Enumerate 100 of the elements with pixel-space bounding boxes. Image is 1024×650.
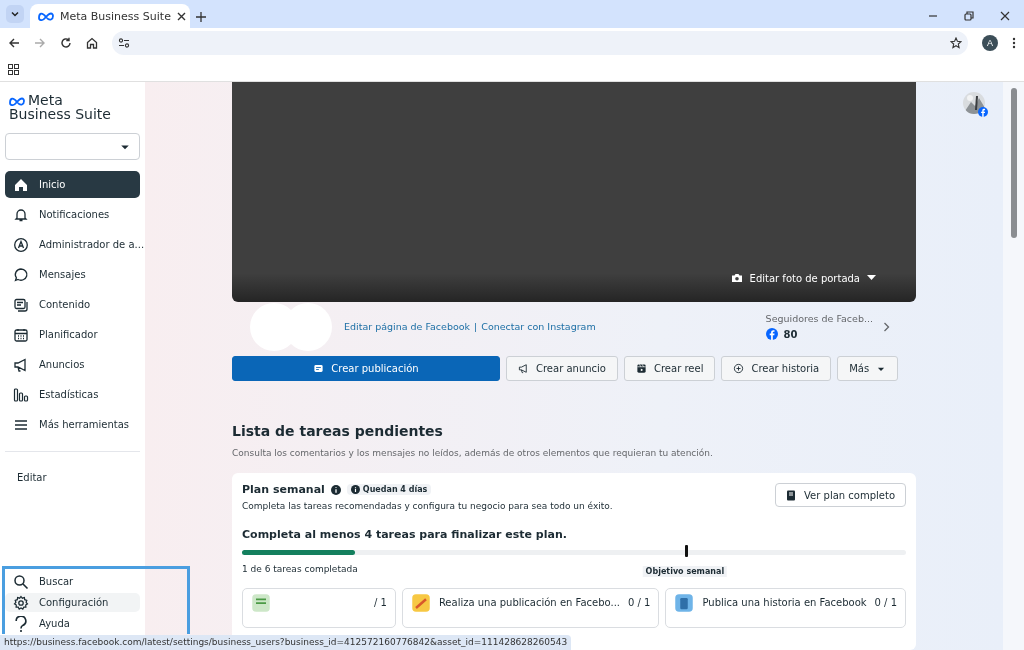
sidebar-item[interactable]: Planificador	[5, 321, 140, 348]
sidebar-item[interactable]: Configuración	[5, 593, 140, 612]
goal-label: Objetivo semanal	[642, 566, 728, 578]
facebook-icon	[765, 328, 778, 341]
pencil-icon	[410, 593, 431, 614]
logo-text: Meta	[28, 94, 63, 107]
task-card[interactable]: Publica una historia en Facebook 0 / 1	[665, 588, 906, 629]
tab-search-button[interactable]	[6, 5, 24, 23]
more-button[interactable]: Más	[837, 356, 899, 382]
task-card[interactable]: Realiza una publicación en Facebo... 0 / 1	[401, 588, 660, 629]
sidebar-item[interactable]: Anuncios	[5, 351, 140, 378]
apps-button[interactable]	[8, 64, 19, 75]
post-icon	[313, 363, 325, 375]
browser-tab[interactable]: Meta Business Suite	[30, 4, 190, 28]
document-icon	[251, 593, 271, 614]
restore-icon	[964, 11, 974, 21]
sidebar-item[interactable]: Notificaciones	[5, 201, 140, 228]
sidebar-item[interactable]: Buscar	[5, 572, 140, 591]
action-button[interactable]: Crear anuncio	[506, 356, 618, 382]
scrollbar-thumb[interactable]	[1010, 88, 1017, 238]
task-count: 0 / 1	[628, 596, 651, 609]
section-subtitle: Consulta los comentarios y los mensajes no leídos, además de otros elementos que requieran tu atención.	[232, 448, 714, 459]
sidebar-item[interactable]: Inicio	[5, 171, 140, 198]
sidebar-item[interactable]: Estadísticas	[5, 381, 140, 408]
restore-button[interactable]	[964, 11, 974, 21]
followers-label: Seguidores de Faceb...	[765, 313, 873, 325]
new-tab-button[interactable]	[196, 12, 206, 22]
bell-icon	[13, 206, 29, 223]
close-icon	[176, 11, 186, 21]
bar-chart-icon	[13, 386, 29, 403]
site-info-icon[interactable]	[118, 37, 130, 49]
facebook-badge-icon	[978, 107, 988, 117]
meta-logo-icon	[9, 95, 25, 106]
chevron-down-icon	[11, 10, 19, 18]
settings-icon	[13, 594, 29, 611]
action-button[interactable]: Crear historia	[721, 356, 832, 382]
book-icon	[674, 593, 695, 614]
chat-bubble-icon	[13, 266, 29, 283]
back-button[interactable]	[8, 37, 20, 49]
sidebar-item[interactable]: Ayuda	[5, 614, 140, 633]
logo-text: Business Suite	[9, 107, 112, 121]
chevron-right-icon[interactable]	[883, 321, 890, 332]
home-icon	[86, 37, 98, 49]
followers-count: 80	[783, 328, 798, 340]
home-icon	[13, 176, 29, 193]
compass-icon	[13, 236, 29, 253]
close-icon	[1000, 11, 1010, 21]
browser-menu-button[interactable]	[1012, 37, 1016, 49]
badge-text: Quedan 4 días	[362, 485, 428, 495]
megaphone-icon	[518, 363, 529, 375]
goal-marker	[684, 545, 688, 558]
clapperboard-icon	[636, 363, 647, 375]
scrollbar[interactable]	[1003, 82, 1024, 650]
instagram-link[interactable]: Conectar con Instagram	[481, 321, 596, 333]
plan-description: Completa las tareas recomendadas y configura tu negocio para sea todo un éxito.	[242, 501, 613, 512]
task-count: / 1	[373, 596, 387, 609]
calendar-icon	[13, 326, 29, 343]
sidebar-item[interactable]: Contenido	[5, 291, 140, 318]
view-plan-button[interactable]: Ver plan completo	[775, 483, 906, 508]
reload-button[interactable]	[60, 37, 72, 49]
task-card[interactable]: / 1	[242, 588, 396, 629]
edit-page-link[interactable]: Editar página de Facebook	[344, 321, 471, 333]
sidebar-item[interactable]: Mensajes	[5, 261, 140, 288]
forward-arrow-icon	[34, 37, 46, 49]
plus-circle-icon	[733, 363, 745, 375]
action-button[interactable]: Crear publicación	[232, 356, 500, 382]
action-button[interactable]: Crear reel	[624, 356, 716, 382]
search-icon	[13, 573, 29, 590]
task-count: 0 / 1	[874, 596, 897, 609]
sidebar-item[interactable]: Más herramientas	[5, 411, 140, 438]
help-icon	[13, 615, 29, 632]
caret-icon	[867, 275, 876, 282]
reload-icon	[60, 37, 72, 49]
info-icon[interactable]	[330, 484, 341, 495]
megaphone-icon	[13, 356, 29, 373]
info-icon	[350, 485, 360, 495]
section-title: Lista de tareas pendientes	[232, 423, 444, 440]
plan-title: Plan semanal	[242, 483, 325, 497]
content-icon	[13, 296, 29, 313]
bookmark-star-icon[interactable]	[950, 37, 962, 49]
goal-text: Completa al menos 4 tareas para finalizar este plan.	[242, 528, 568, 542]
back-arrow-icon	[8, 37, 20, 49]
profile-avatar[interactable]: A	[982, 35, 998, 51]
plus-icon	[196, 12, 206, 22]
task-title: Publica una historia en Facebook	[702, 596, 867, 609]
progress-text: 1 de 6 tareas completada	[242, 564, 358, 577]
close-window-button[interactable]	[1000, 11, 1010, 21]
edit-link[interactable]: Editar	[5, 464, 140, 491]
more-vertical-icon	[1012, 37, 1016, 49]
grid-icon	[8, 64, 19, 75]
home-button[interactable]	[86, 37, 98, 49]
tab-title: Meta Business Suite	[60, 9, 171, 23]
edit-cover-button[interactable]: Editar foto de portada	[724, 271, 882, 285]
close-tab-button[interactable]	[176, 11, 186, 21]
camera-icon	[730, 273, 743, 284]
task-title: Realiza una publicación en Facebo...	[438, 596, 620, 609]
status-url: https://business.facebook.com/latest/settings/business_users?business_id=412572160776842&asset_id=111428628260543	[0, 635, 572, 650]
meta-logo-icon	[38, 11, 54, 21]
link-separator: |	[474, 321, 478, 333]
book-icon	[786, 489, 797, 501]
